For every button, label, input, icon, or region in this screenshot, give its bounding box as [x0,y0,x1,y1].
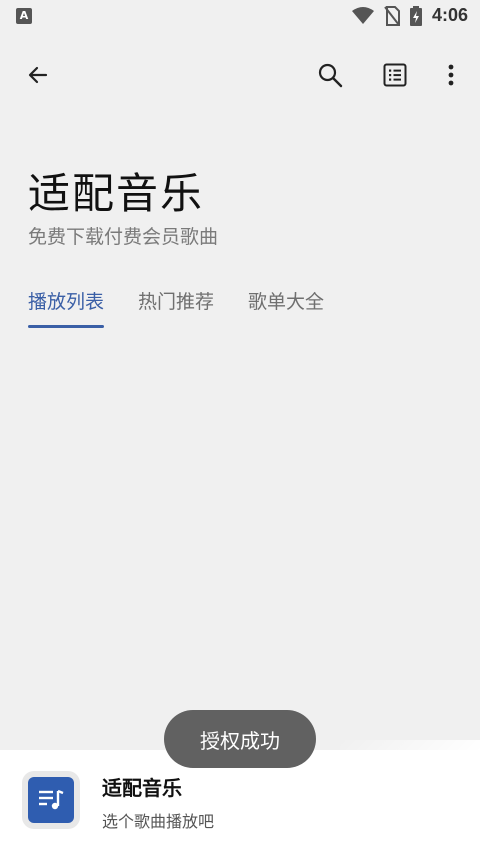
toast: 授权成功 [164,710,316,768]
player-subtitle: 选个歌曲播放吧 [102,812,215,831]
album-art-inner [28,777,74,823]
battery-charging-icon [409,5,422,26]
list-button[interactable] [371,50,419,100]
toast-text: 授权成功 [200,728,280,753]
more-vert-icon [448,64,454,86]
search-icon [318,63,343,88]
arrow-left-icon [28,66,48,84]
more-button[interactable] [427,50,475,100]
tab-bar: 播放列表 热门推荐 歌单大全 [28,287,324,328]
playlist-music-icon [39,789,64,810]
tab-song-lists[interactable]: 歌单大全 [248,287,324,328]
search-button[interactable] [306,50,354,100]
toolbar [0,50,480,100]
status-icons: 4:06 [351,5,468,26]
status-bar: A 4:06 [0,0,480,34]
keyboard-notification-icon: A [16,8,32,24]
player-title: 适配音乐 [102,776,182,800]
album-art[interactable] [22,771,80,829]
clock: 4:06 [431,5,468,25]
tab-playlist[interactable]: 播放列表 [28,287,105,328]
page-subtitle: 免费下载付费会员歌曲 [28,226,219,248]
back-button[interactable] [14,50,62,100]
tab-hot-recommend[interactable]: 热门推荐 [138,287,214,328]
list-icon [383,63,407,87]
wifi-icon [351,6,374,24]
page-title: 适配音乐 [28,169,205,218]
no-sim-icon [384,5,400,26]
